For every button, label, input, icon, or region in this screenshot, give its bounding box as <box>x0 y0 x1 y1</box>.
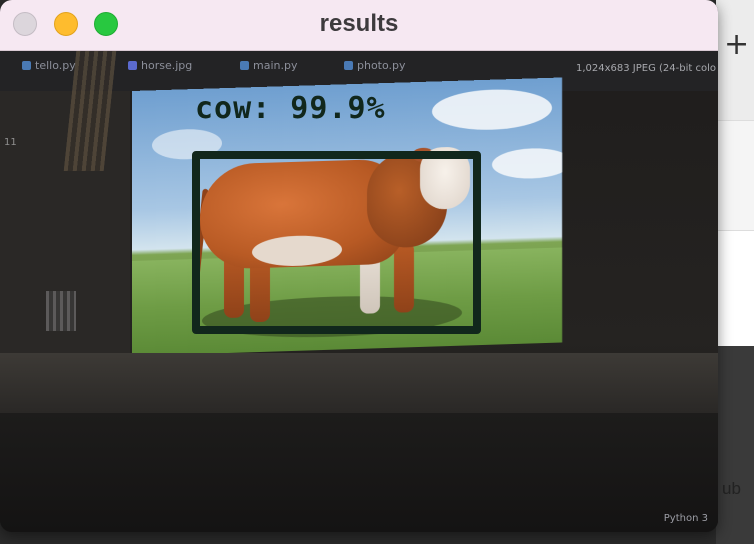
background-toolbar <box>716 120 754 307</box>
captured-line-number: 11 <box>4 137 17 148</box>
background-tab-area: + <box>716 0 754 120</box>
image-file-icon <box>128 61 137 70</box>
cloud <box>432 87 552 132</box>
captured-tab: main.py <box>240 59 297 72</box>
background-desktop: + ub <box>716 0 754 544</box>
python-file-icon <box>22 61 31 70</box>
results-window: results tello.py horse.jpg main.py photo… <box>0 0 718 532</box>
captured-tab: horse.jpg <box>128 59 192 72</box>
desk-edge <box>0 353 718 413</box>
window-title: results <box>319 10 399 37</box>
desk-surface: Python 3 <box>0 413 718 532</box>
detection-bounding-box <box>192 151 481 334</box>
captured-tab: tello.py <box>22 59 76 72</box>
detection-label: cow: 99.9% <box>195 91 386 126</box>
window-glare <box>46 291 76 331</box>
title-bar[interactable]: results <box>0 0 718 51</box>
background-content: ub <box>716 230 754 498</box>
new-tab-button[interactable]: + <box>724 30 749 60</box>
captured-status-text: Python 3 <box>663 513 708 524</box>
python-file-icon <box>240 61 249 70</box>
background-text: ub <box>722 479 741 498</box>
captured-image-meta: 1,024x683 JPEG (24-bit colo <box>575 63 716 74</box>
captured-tab: photo.py <box>344 59 406 72</box>
python-file-icon <box>344 61 353 70</box>
cloud <box>492 147 562 180</box>
